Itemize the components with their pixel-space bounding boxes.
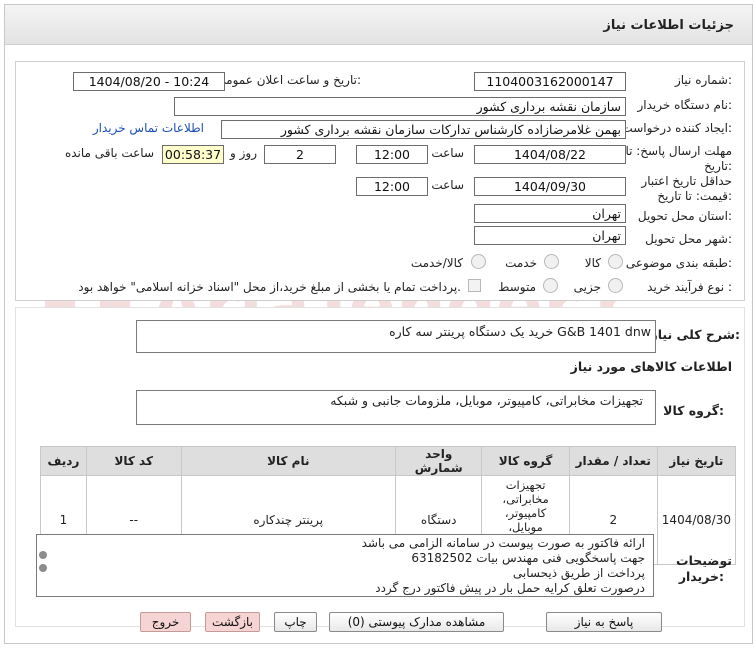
- notes-scroll-down-icon[interactable]: [39, 564, 47, 572]
- header-unit: واحد شمارش: [395, 446, 483, 476]
- validity-label-2: قیمت: تا تاریخ:: [657, 189, 732, 203]
- reply-deadline-label: مهلت ارسال پاسخ: تا: [625, 144, 732, 158]
- header-code: کد کالا: [85, 446, 182, 476]
- announce-label: تاریخ و ساعت اعلان عمومی:: [216, 73, 361, 87]
- goods-group-label: گروه کالا:: [663, 403, 724, 418]
- radio-goods-service-label: کالا/خدمت: [410, 256, 463, 270]
- radio-partial-label: جزیی: [573, 280, 601, 294]
- header-group: گروه کالا: [481, 446, 570, 476]
- buyer-org-field: سازمان نقشه برداری کشور: [174, 97, 626, 116]
- radio-medium[interactable]: [543, 278, 558, 293]
- description-label: شرح کلی نیاز:: [650, 327, 741, 342]
- category-label: طبقه بندی موضوعی:: [625, 256, 732, 270]
- back-button[interactable]: بازگشت: [205, 612, 260, 632]
- table-header-row: ردیف کد کالا نام کالا واحد شمارش گروه کا…: [40, 446, 737, 476]
- print-button[interactable]: چاپ: [274, 612, 317, 632]
- radio-service[interactable]: [544, 254, 559, 269]
- header-date: تاریخ نیاز: [656, 446, 737, 476]
- province-label: استان محل تحویل:: [637, 209, 732, 223]
- requester-label: ایجاد کننده درخواست:: [621, 121, 732, 135]
- need-details-window: جزئیات اطلاعات نیاز AriaTender.net شماره…: [4, 4, 753, 644]
- radio-goods-label: کالا: [584, 256, 601, 270]
- need-number-field: 1104003162000147: [474, 72, 626, 91]
- validity-date-field: 1404/09/30: [474, 177, 626, 196]
- city-label: شهر محل تحویل:: [645, 232, 732, 246]
- treasury-payment-checkbox[interactable]: [468, 279, 481, 292]
- validity-label: حداقل تاریخ اعتبار: [641, 174, 732, 188]
- announce-field: 1404/08/20 - 10:24: [73, 72, 225, 91]
- days-label: روز و: [230, 146, 257, 160]
- notes-label-2: خریدار:: [678, 569, 724, 584]
- view-attachments-button[interactable]: مشاهده مدارک پیوستی (0): [329, 612, 504, 632]
- treasury-payment-note: پرداخت تمام یا بخشی از مبلغ خرید،از محل …: [78, 280, 461, 294]
- notes-scroll-up-icon[interactable]: [39, 551, 47, 559]
- radio-goods-service[interactable]: [471, 254, 486, 269]
- window-title: جزئیات اطلاعات نیاز: [603, 18, 734, 33]
- need-number-label: شماره نیاز:: [674, 73, 732, 87]
- goods-info-heading: اطلاعات کالاهای مورد نیاز: [570, 359, 732, 374]
- radio-goods[interactable]: [608, 254, 623, 269]
- radio-medium-label: متوسط: [498, 280, 536, 294]
- notes-field: ارائه فاکتور به صورت پیوست در سامانه الز…: [36, 534, 654, 597]
- header-name: نام کالا: [180, 446, 397, 476]
- remaining-label: ساعت باقی مانده: [64, 146, 154, 160]
- details-panel: شرح کلی نیاز: خرید یک دستگاه پرینتر سه ک…: [15, 307, 745, 627]
- notes-line-4: درصورت تعلق کرایه حمل بار در پیش فاکتور …: [375, 581, 645, 595]
- reply-time-field: 12:00: [356, 145, 428, 164]
- remaining-time-field: 00:58:37: [162, 145, 224, 164]
- info-panel: شماره نیاز: 1104003162000147 تاریخ و ساع…: [15, 61, 745, 301]
- description-text: خرید یک دستگاه پرینتر سه کاره G&B 1401 d…: [389, 324, 651, 339]
- cell-date: 1404/08/30: [656, 475, 737, 565]
- province-field: تهران: [474, 204, 626, 223]
- process-label: نوع فرآیند خرید :: [647, 280, 732, 294]
- requester-field: بهمن غلامرضازاده کارشناس تدارکات سازمان …: [221, 120, 626, 139]
- days-field: 2: [264, 145, 336, 164]
- radio-service-label: خدمت: [505, 256, 537, 270]
- reply-date-field: 1404/08/22: [474, 145, 626, 164]
- notes-line-3: پرداخت از طریق ذیحسابی: [512, 566, 645, 580]
- header-row-no: ردیف: [40, 446, 87, 476]
- reply-deadline-label-2: تاریخ:: [704, 159, 732, 173]
- notes-line-1: ارائه فاکتور به صورت پیوست در سامانه الز…: [361, 536, 645, 550]
- buyer-contact-link[interactable]: اطلاعات تماس خریدار: [93, 121, 204, 135]
- notes-label: توضیحات: [676, 553, 732, 568]
- radio-partial[interactable]: [608, 278, 623, 293]
- description-field: خرید یک دستگاه پرینتر سه کاره G&B 1401 d…: [136, 320, 656, 353]
- header-qty: تعداد / مقدار: [568, 446, 658, 476]
- reply-button[interactable]: پاسخ به نیاز: [546, 612, 662, 632]
- buyer-org-label: نام دستگاه خریدار:: [637, 98, 733, 112]
- goods-group-text: تجهیزات مخابراتی، کامپیوتر، موبایل، ملزو…: [330, 393, 643, 408]
- title-bar: جزئیات اطلاعات نیاز: [5, 5, 752, 45]
- exit-button[interactable]: خروج: [140, 612, 191, 632]
- validity-time-field: 12:00: [356, 177, 428, 196]
- reply-time-label: ساعت: [431, 146, 464, 160]
- notes-line-2: جهت پاسخگویی فنی مهندس بیات 63182502: [411, 551, 645, 565]
- city-field: تهران: [474, 226, 626, 245]
- goods-group-field: تجهیزات مخابراتی، کامپیوتر، موبایل، ملزو…: [136, 390, 656, 425]
- validity-time-label: ساعت: [431, 178, 464, 192]
